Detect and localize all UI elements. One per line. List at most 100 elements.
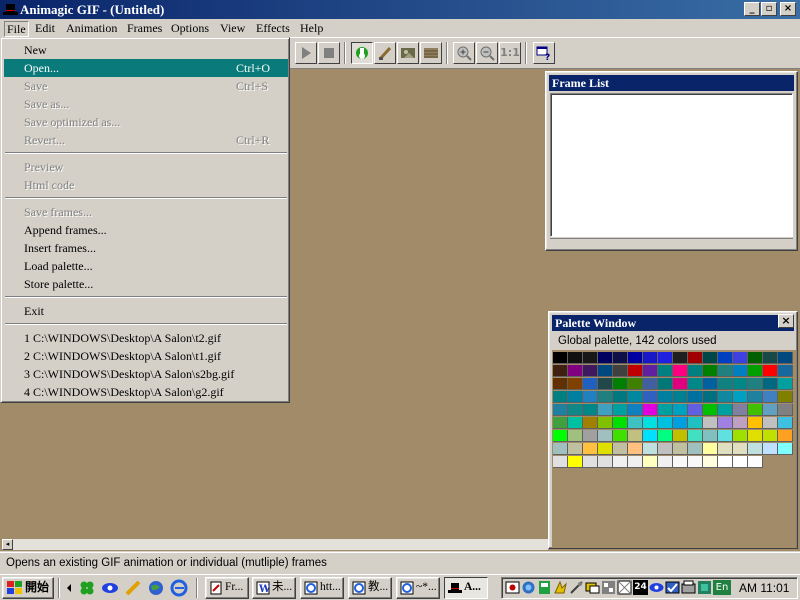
palette-swatch[interactable] bbox=[613, 443, 628, 455]
palette-swatch[interactable] bbox=[673, 417, 688, 429]
palette-swatch[interactable] bbox=[613, 378, 628, 390]
palette-swatch[interactable] bbox=[583, 404, 598, 416]
horizontal-scrollbar[interactable]: ◂ bbox=[2, 539, 548, 550]
palette-swatch[interactable] bbox=[628, 352, 643, 364]
menu-item-preview[interactable]: Preview bbox=[4, 158, 288, 176]
palette-swatch[interactable] bbox=[673, 456, 688, 468]
frame-list-scrollbar[interactable] bbox=[550, 238, 793, 246]
menu-item-recent-1[interactable]: 1 C:\WINDOWS\Desktop\A Salon\t2.gif bbox=[4, 329, 288, 347]
palette-swatch[interactable] bbox=[748, 417, 763, 429]
palette-swatch[interactable] bbox=[733, 378, 748, 390]
menu-item-recent-2[interactable]: 2 C:\WINDOWS\Desktop\A Salon\t1.gif bbox=[4, 347, 288, 365]
palette-close-button[interactable]: × bbox=[778, 314, 794, 328]
brush-button[interactable] bbox=[374, 42, 396, 64]
palette-swatch[interactable] bbox=[763, 391, 778, 403]
menu-item-recent-3[interactable]: 3 C:\WINDOWS\Desktop\A Salon\s2bg.gif bbox=[4, 365, 288, 383]
palette-swatch[interactable] bbox=[733, 430, 748, 442]
palette-swatch[interactable] bbox=[583, 443, 598, 455]
palette-swatch[interactable] bbox=[553, 365, 568, 377]
menu-frames[interactable]: Frames bbox=[125, 21, 164, 35]
palette-swatch[interactable] bbox=[778, 365, 793, 377]
task-button-tilde[interactable]: ~*... bbox=[396, 577, 440, 599]
palette-swatch[interactable] bbox=[613, 365, 628, 377]
tray-icon-7[interactable] bbox=[601, 580, 616, 595]
help-context-button[interactable]: ? bbox=[533, 42, 555, 64]
task-button-animagic[interactable]: A... bbox=[444, 577, 488, 599]
palette-swatch[interactable] bbox=[688, 417, 703, 429]
palette-swatch[interactable] bbox=[553, 443, 568, 455]
palette-swatch[interactable] bbox=[583, 352, 598, 364]
palette-swatch[interactable] bbox=[733, 352, 748, 364]
palette-swatch[interactable] bbox=[733, 391, 748, 403]
palette-swatch[interactable] bbox=[763, 404, 778, 416]
palette-swatch[interactable] bbox=[763, 417, 778, 429]
palette-swatch[interactable] bbox=[688, 378, 703, 390]
palette-swatch[interactable] bbox=[658, 365, 673, 377]
palette-swatch[interactable] bbox=[673, 365, 688, 377]
palette-swatch[interactable] bbox=[763, 365, 778, 377]
frame-list-title[interactable]: Frame List bbox=[549, 75, 794, 91]
menu-item-store-palette[interactable]: Store palette... bbox=[4, 275, 288, 293]
palette-swatch[interactable] bbox=[643, 456, 658, 468]
menu-item-insert-frames[interactable]: Insert frames... bbox=[4, 239, 288, 257]
palette-swatch[interactable] bbox=[733, 443, 748, 455]
palette-swatch[interactable] bbox=[553, 378, 568, 390]
menu-item-exit[interactable]: Exit bbox=[4, 302, 288, 320]
palette-swatch[interactable] bbox=[658, 430, 673, 442]
palette-swatch[interactable] bbox=[703, 430, 718, 442]
palette-swatch[interactable] bbox=[628, 391, 643, 403]
tray-icon-13[interactable] bbox=[697, 580, 712, 595]
zoom-in-button[interactable] bbox=[453, 42, 475, 64]
palette-swatch[interactable] bbox=[718, 417, 733, 429]
palette-swatch[interactable] bbox=[763, 430, 778, 442]
palette-swatch[interactable] bbox=[688, 352, 703, 364]
palette-swatch[interactable] bbox=[718, 352, 733, 364]
globe-icon[interactable] bbox=[147, 579, 165, 597]
palette-swatch[interactable] bbox=[598, 443, 613, 455]
palette-swatch[interactable] bbox=[643, 378, 658, 390]
eye-icon[interactable] bbox=[101, 579, 119, 597]
task-button-untitled[interactable]: W 未... bbox=[252, 577, 296, 599]
tray-icon-1[interactable] bbox=[505, 580, 520, 595]
palette-swatch[interactable] bbox=[658, 352, 673, 364]
palette-swatch[interactable] bbox=[598, 391, 613, 403]
palette-swatch[interactable] bbox=[658, 391, 673, 403]
tray-icon-11[interactable] bbox=[665, 580, 680, 595]
palette-swatch[interactable] bbox=[778, 430, 793, 442]
menu-item-new[interactable]: New bbox=[4, 41, 288, 59]
close-button[interactable]: × bbox=[780, 2, 796, 16]
palette-swatch[interactable] bbox=[688, 391, 703, 403]
menu-item-load-palette[interactable]: Load palette... bbox=[4, 257, 288, 275]
menu-item-save[interactable]: Save Ctrl+S bbox=[4, 77, 288, 95]
palette-swatch[interactable] bbox=[673, 430, 688, 442]
palette-swatch[interactable] bbox=[718, 378, 733, 390]
palette-swatch[interactable] bbox=[583, 456, 598, 468]
palette-swatch[interactable] bbox=[553, 417, 568, 429]
palette-swatch[interactable] bbox=[568, 391, 583, 403]
palette-swatch[interactable] bbox=[778, 417, 793, 429]
palette-swatch[interactable] bbox=[613, 404, 628, 416]
palette-swatch[interactable] bbox=[568, 417, 583, 429]
palette-swatch[interactable] bbox=[598, 352, 613, 364]
palette-swatch[interactable] bbox=[628, 404, 643, 416]
palette-swatch[interactable] bbox=[703, 391, 718, 403]
menu-item-open[interactable]: Open... Ctrl+O bbox=[4, 59, 288, 77]
tray-icon-8[interactable] bbox=[617, 580, 632, 595]
palette-swatch[interactable] bbox=[703, 443, 718, 455]
palette-swatch[interactable] bbox=[643, 443, 658, 455]
palette-swatch[interactable] bbox=[748, 378, 763, 390]
palette-swatch[interactable] bbox=[643, 417, 658, 429]
menu-help[interactable]: Help bbox=[298, 21, 325, 35]
palette-swatch[interactable] bbox=[658, 456, 673, 468]
palette-swatch[interactable] bbox=[613, 391, 628, 403]
palette-swatch[interactable] bbox=[718, 456, 733, 468]
palette-swatch[interactable] bbox=[643, 404, 658, 416]
menu-item-revert[interactable]: Revert... Ctrl+R bbox=[4, 131, 288, 149]
palette-swatch[interactable] bbox=[703, 378, 718, 390]
actual-size-button[interactable]: 1:1 bbox=[499, 42, 521, 64]
palette-swatch[interactable] bbox=[628, 365, 643, 377]
palette-swatch[interactable] bbox=[733, 417, 748, 429]
palette-swatch[interactable] bbox=[778, 391, 793, 403]
palette-swatch[interactable] bbox=[688, 443, 703, 455]
title-bar[interactable]: Animagic GIF - (Untitled) _ ▫ × bbox=[0, 0, 800, 19]
